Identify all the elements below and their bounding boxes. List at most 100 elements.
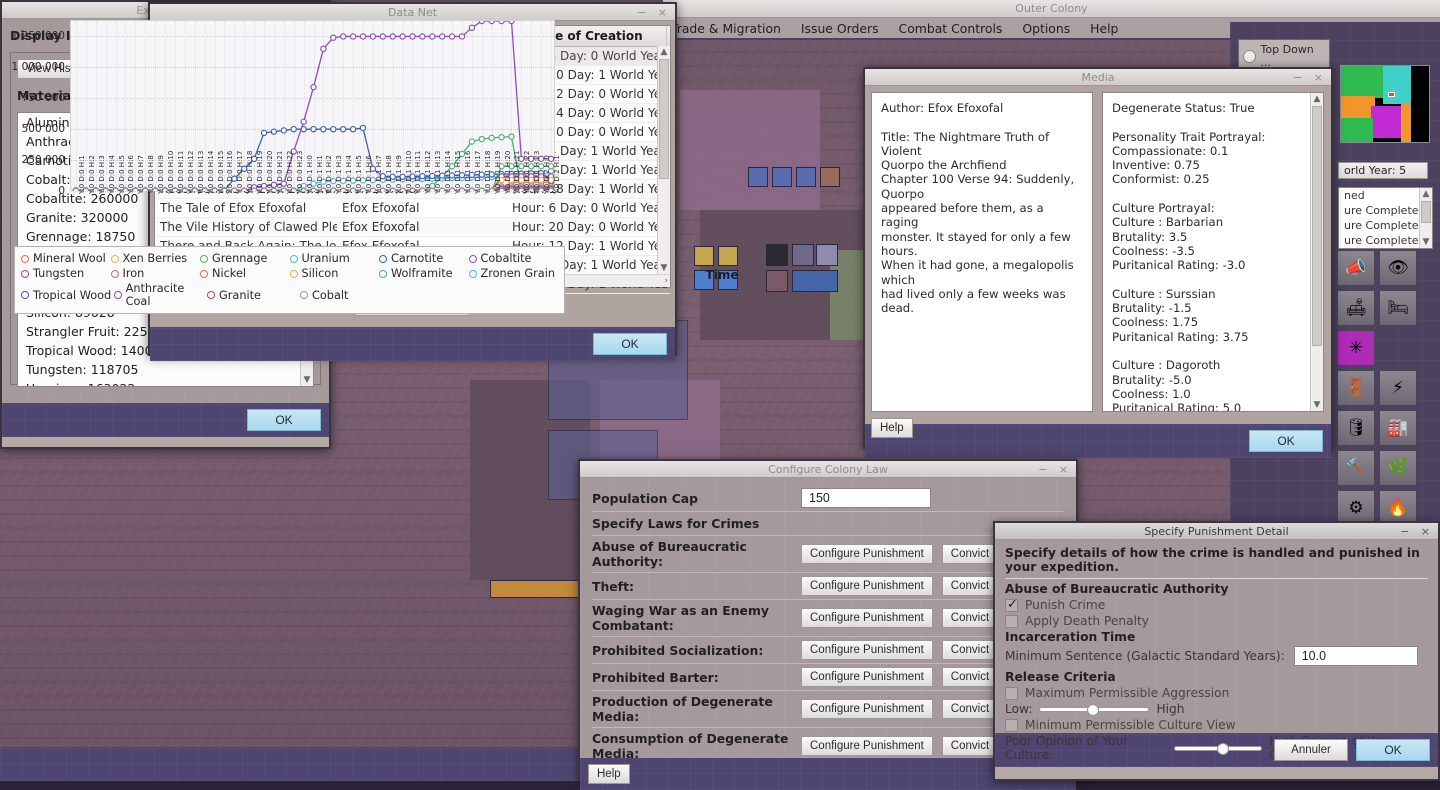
menu-combat-controls[interactable]: Combat Controls bbox=[899, 21, 1003, 36]
tool-mallet-icon[interactable]: 🔨 bbox=[1337, 450, 1375, 486]
event-log-list[interactable]: ned ure Completed ure Completed ure Comp… bbox=[1338, 187, 1433, 249]
configure-punishment-button[interactable]: Configure Punishment bbox=[801, 608, 933, 628]
chart-x-tick-label: Y:0 D:1 H:10 bbox=[404, 150, 413, 194]
legend-label: Xen Berries bbox=[122, 252, 188, 265]
legend-marker-icon bbox=[200, 254, 208, 263]
legend-label: Wolframite bbox=[391, 267, 453, 280]
event-log-scrollbar[interactable]: ▲ ▼ bbox=[1419, 188, 1432, 248]
scroll-down-icon[interactable]: ▼ bbox=[1420, 236, 1432, 248]
media-title: Media bbox=[1081, 71, 1115, 84]
punishment-ok-button[interactable]: OK bbox=[1356, 739, 1430, 761]
chart-x-tick-label: Y:0 D:0 H:12 bbox=[186, 150, 195, 194]
menu-issue-orders[interactable]: Issue Orders bbox=[801, 21, 879, 36]
legend-marker-icon bbox=[468, 254, 477, 263]
death-penalty-row[interactable]: Apply Death Penalty bbox=[1005, 614, 1428, 628]
legend-item: Tropical Wood bbox=[21, 281, 114, 309]
aggression-slider-knob[interactable] bbox=[1087, 703, 1100, 716]
media-ok-button[interactable]: OK bbox=[1249, 430, 1323, 452]
tool-door-icon[interactable]: 🚪 bbox=[1337, 370, 1375, 406]
legend-label: Cobaltite bbox=[480, 252, 532, 265]
legend-label: Iron bbox=[122, 267, 145, 280]
tool-spark-icon[interactable]: ⚡ bbox=[1379, 370, 1417, 406]
chart-x-tick-label: Y:0 D:0 H:18 bbox=[246, 150, 255, 194]
tool-plant-icon[interactable]: 🌿 bbox=[1379, 450, 1417, 486]
legend-label: Carnotite bbox=[391, 252, 444, 265]
legend-label: Cobalt bbox=[312, 288, 349, 302]
minimap[interactable] bbox=[1340, 65, 1430, 143]
release-criteria-heading: Release Criteria bbox=[1005, 670, 1116, 684]
menu-help[interactable]: Help bbox=[1090, 21, 1118, 36]
crime-name: Prohibited Socialization: bbox=[592, 642, 764, 658]
culture-low-label: Poor Opinion of Your Culture: bbox=[1005, 734, 1129, 762]
tool-barrel-icon[interactable]: 🛢 bbox=[1337, 410, 1375, 446]
chart-x-tick-label: Y:0 D:1 H:6 bbox=[364, 155, 373, 194]
media-help-button[interactable]: Help bbox=[871, 418, 913, 438]
tool-hammock-icon[interactable]: 🛋 bbox=[1337, 290, 1375, 326]
colony-law-help-button[interactable]: Help bbox=[588, 764, 630, 784]
menu-trade-migration[interactable]: Trade & Migration bbox=[671, 21, 781, 36]
configure-punishment-button[interactable]: Configure Punishment bbox=[801, 576, 933, 596]
chart-x-tick-label: Y:0 D:0 H:11 bbox=[176, 150, 185, 194]
chart-x-tick-label: Y:0 D:1 H:17 bbox=[473, 150, 482, 194]
tool-factory-icon[interactable]: 🏭 bbox=[1379, 410, 1417, 446]
min-sentence-input[interactable] bbox=[1293, 646, 1418, 666]
scroll-up-icon[interactable]: ▲ bbox=[1420, 188, 1432, 200]
media-titlebar[interactable]: Media − × bbox=[865, 69, 1331, 86]
population-cap-input[interactable] bbox=[801, 488, 931, 508]
media-footer: OK bbox=[865, 424, 1331, 458]
chart-x-tick-label: Y:0 D:1 H:20 bbox=[503, 150, 512, 194]
scroll-down-icon[interactable]: ▼ bbox=[301, 374, 313, 386]
expedition-ok-button[interactable]: OK bbox=[247, 409, 321, 431]
radio-top-down[interactable]: Top Down ... bbox=[1243, 43, 1325, 69]
max-aggression-row[interactable]: Maximum Permissible Aggression bbox=[1005, 686, 1428, 700]
culture-slider-knob[interactable] bbox=[1216, 742, 1229, 755]
chart-legend: Mineral Wool Xen Berries Grennage Uranium Ca… bbox=[14, 246, 565, 314]
media-table-scrollbar[interactable]: ▲ ▼ bbox=[657, 46, 670, 274]
legend-marker-icon bbox=[110, 254, 119, 263]
data-net-titlebar[interactable]: Data Net − × bbox=[150, 4, 675, 21]
chart-x-tick-label: Y:0 D:1 H:11 bbox=[414, 150, 423, 194]
punish-crime-checkbox[interactable] bbox=[1005, 597, 1018, 612]
min-culture-row[interactable]: Minimum Permissible Culture View bbox=[1005, 718, 1428, 732]
media-window-controls[interactable]: − × bbox=[1293, 69, 1327, 86]
legend-label: Uranium bbox=[301, 252, 350, 265]
min-culture-label: Minimum Permissible Culture View bbox=[1025, 718, 1236, 732]
configure-punishment-button[interactable]: Configure Punishment bbox=[801, 736, 933, 756]
punish-crime-label: Punish Crime bbox=[1025, 598, 1106, 612]
colony-law-window-controls[interactable]: − × bbox=[1038, 461, 1072, 478]
tool-magic-icon[interactable]: ✳ bbox=[1337, 330, 1375, 366]
chart-x-tick-label: Y:0 D:1 H:19 bbox=[493, 150, 502, 194]
punishment-titlebar[interactable]: Specify Punishment Detail − × bbox=[995, 523, 1438, 540]
list-item[interactable]: Tungsten: 118705 bbox=[18, 360, 313, 379]
scroll-down-icon[interactable]: ▼ bbox=[1311, 399, 1323, 411]
scroll-up-icon[interactable]: ▲ bbox=[1311, 93, 1323, 105]
legend-label: Tungsten bbox=[33, 267, 85, 280]
scroll-up-icon[interactable]: ▲ bbox=[658, 46, 670, 58]
punishment-cancel-button[interactable]: Annuler bbox=[1274, 739, 1348, 761]
list-item[interactable]: Uranium: 163022 bbox=[18, 379, 313, 386]
data-net-window-controls[interactable]: − × bbox=[637, 4, 671, 21]
aggression-slider[interactable] bbox=[1039, 703, 1150, 716]
configure-punishment-button[interactable]: Configure Punishment bbox=[801, 667, 933, 687]
legend-item: Carnotite bbox=[379, 251, 469, 266]
configure-punishment-button[interactable]: Configure Punishment bbox=[801, 640, 933, 660]
media-content-text: Author: Efox Efoxofal Title: The Nightma… bbox=[871, 92, 1093, 412]
colony-law-titlebar[interactable]: Configure Colony Law − × bbox=[580, 461, 1076, 478]
punish-crime-row[interactable]: Punish Crime bbox=[1005, 597, 1428, 612]
configure-punishment-button[interactable]: Configure Punishment bbox=[801, 544, 933, 564]
chart-x-tick-label: Y:0 D:0 H:3 bbox=[97, 155, 106, 194]
max-aggression-checkbox[interactable] bbox=[1005, 686, 1018, 700]
configure-punishment-button[interactable]: Configure Punishment bbox=[801, 699, 933, 719]
culture-slider[interactable] bbox=[1173, 742, 1263, 755]
tool-bed-icon[interactable]: 🛏 bbox=[1379, 290, 1417, 326]
chart-y-tick-label: 1 000 000 bbox=[11, 61, 65, 74]
punishment-window-controls[interactable]: − × bbox=[1400, 523, 1434, 540]
legend-row: Tungsten Iron Nickel Silicon Wolframite Zrone… bbox=[21, 266, 558, 281]
media-attributes-scrollbar[interactable]: ▲ ▼ bbox=[1310, 93, 1323, 411]
data-net-ok-button[interactable]: OK bbox=[593, 333, 667, 355]
legend-label: Granite bbox=[219, 288, 261, 302]
min-culture-checkbox[interactable] bbox=[1005, 718, 1018, 732]
apply-death-penalty-checkbox[interactable] bbox=[1005, 614, 1018, 628]
aggression-slider-row[interactable]: Low: High bbox=[1005, 702, 1428, 716]
menu-options[interactable]: Options bbox=[1022, 21, 1070, 36]
